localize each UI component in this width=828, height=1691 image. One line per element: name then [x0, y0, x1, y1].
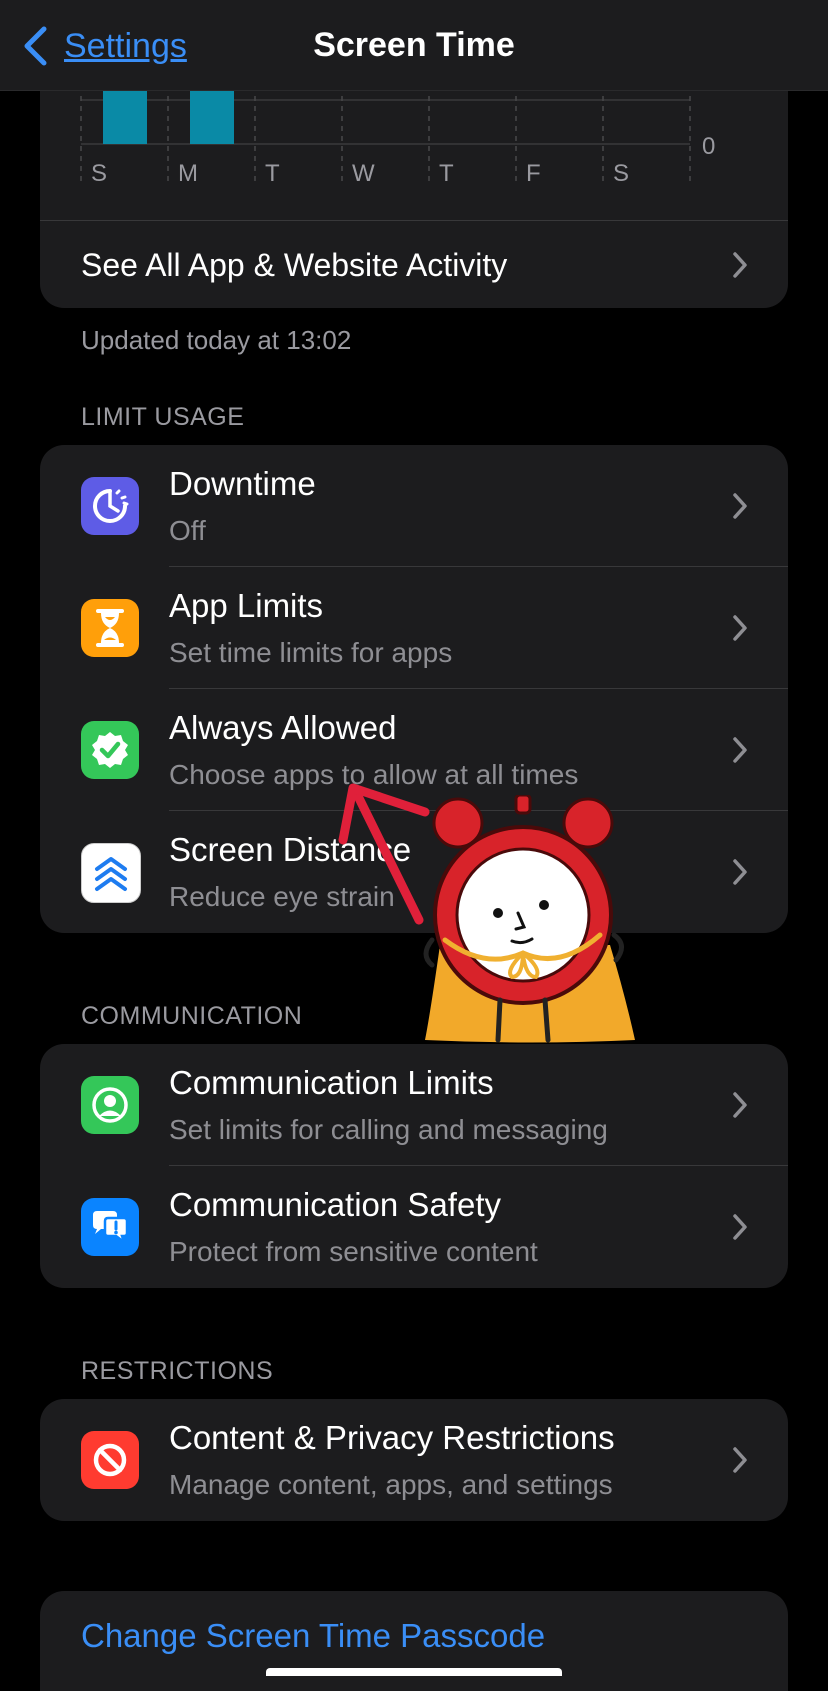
see-all-activity-row[interactable]: See All App & Website Activity [40, 220, 788, 308]
section-header-restrictions: RESTRICTIONS [81, 1357, 274, 1385]
home-indicator [266, 1668, 562, 1676]
row-content-and-privacy-restrictions[interactable]: Content & Privacy Restrictions Manage con… [40, 1399, 788, 1521]
row-app-limits[interactable]: App Limits Set time limits for apps [40, 567, 788, 689]
row-title: Communication Limits [169, 1064, 494, 1101]
chat-bubbles-icon [81, 1198, 139, 1256]
alarm-clock-sticker [423, 795, 635, 1043]
chevron-right-icon [733, 1447, 747, 1473]
section-header-communication: COMMUNICATION [81, 1002, 303, 1030]
row-title: Content & Privacy Restrictions [169, 1419, 615, 1456]
row-title: Downtime [169, 465, 316, 502]
chevron-right-icon [733, 1092, 747, 1118]
chart-day-label: M [178, 160, 198, 187]
row-subtitle: Set time limits for apps [169, 637, 453, 668]
chevron-right-icon [733, 1214, 747, 1240]
prohibited-icon [81, 1431, 139, 1489]
hourglass-icon [81, 599, 139, 657]
change-passcode-label: Change Screen Time Passcode [81, 1617, 546, 1654]
change-passcode-row[interactable]: Change Screen Time Passcode [40, 1591, 788, 1691]
row-subtitle: Set limits for calling and messaging [169, 1114, 608, 1145]
row-title: App Limits [169, 587, 324, 624]
chart-day-label: F [526, 160, 541, 187]
chevron-right-icon [733, 859, 747, 885]
row-downtime[interactable]: Downtime Off [40, 445, 788, 567]
page-title: Screen Time [313, 26, 515, 64]
chart-y-tick-label: 0 [702, 133, 715, 160]
checkmark-seal-icon [81, 721, 139, 779]
chevron-right-icon [733, 493, 747, 519]
row-title: Communication Safety [169, 1186, 501, 1223]
row-title: Always Allowed [169, 709, 397, 746]
chart-day-label: T [265, 160, 280, 187]
screen-distance-icon [81, 843, 141, 903]
chart-day-label: T [439, 160, 454, 187]
chart-day-label: W [352, 160, 375, 187]
row-subtitle: Manage content, apps, and settings [169, 1469, 613, 1500]
row-communication-limits[interactable]: Communication Limits Set limits for calli… [40, 1044, 788, 1166]
restrictions-group: Content & Privacy Restrictions Manage con… [40, 1399, 788, 1521]
navigation-bar: Settings Screen Time [0, 0, 828, 91]
chevron-right-icon [733, 615, 747, 641]
row-subtitle: Off [169, 515, 206, 546]
activity-chart-card: S M T W T F S 0 See All App & Website Activity [40, 56, 788, 308]
communication-group: Communication Limits Set limits for calli… [40, 1044, 788, 1288]
row-communication-safety[interactable]: Communication Safety Protect from sensiti… [40, 1166, 788, 1288]
chart-day-label: S [91, 160, 107, 187]
chart-day-label: S [613, 160, 629, 187]
chevron-right-icon [733, 252, 747, 278]
section-header-limit-usage: LIMIT USAGE [81, 403, 245, 431]
see-all-activity-label: See All App & Website Activity [81, 247, 508, 283]
chevron-right-icon [733, 737, 747, 763]
person-circle-icon [81, 1076, 139, 1134]
updated-timestamp: Updated today at 13:02 [81, 325, 352, 355]
downtime-icon [81, 477, 139, 535]
row-subtitle: Protect from sensitive content [169, 1236, 538, 1267]
